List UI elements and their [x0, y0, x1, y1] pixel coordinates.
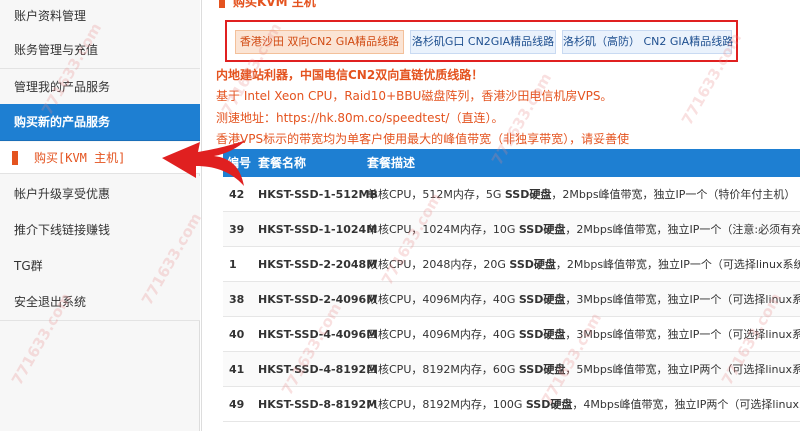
plan-name: HKST-SSD-4-4096M: [258, 328, 378, 341]
title-marker: [219, 0, 225, 8]
info-speedtest: 测速地址：https://hk.80m.co/speedtest/（直连）。: [216, 111, 504, 125]
sidebar-item-label: 安全退出系统: [14, 295, 87, 309]
plan-id: 38: [229, 293, 245, 306]
sidebar-subitem-label: 购买[KVM 主机]: [34, 151, 126, 165]
table-row[interactable]: 1 HKST-SSD-2-2048M 双核CPU，2048内存，20G SSD硬…: [223, 247, 800, 282]
table-row[interactable]: 41 HKST-SSD-4-8192M 四核CPU，8192M内存，60G SS…: [223, 352, 800, 387]
plan-name: HKST-SSD-1-1024M: [258, 223, 378, 236]
main-content: 购买KVM 主机 香港沙田 双向CN2 GIA精品线路 洛杉矶G口 CN2GIA…: [201, 0, 800, 431]
table-row[interactable]: 49 HKST-SSD-8-8192M 八核CPU，8192M内存，100G S…: [223, 387, 800, 422]
sidebar: 账户资料管理 账务管理与充值 管理我的产品服务 购买新的产品服务 购买[KVM …: [0, 0, 200, 431]
plan-desc: 四核CPU，8192M内存，60G SSD硬盘，5Mbps峰值带宽，独立IP两个…: [367, 363, 800, 376]
plan-desc: 单核CPU，1024M内存，10G SSD硬盘，2Mbps峰值带宽，独立IP一个…: [367, 223, 800, 236]
region-tabs: 香港沙田 双向CN2 GIA精品线路 洛杉矶G口 CN2GIA精品线路 洛杉矶（…: [225, 20, 738, 62]
plan-name: HKST-SSD-1-512MB: [258, 188, 378, 201]
plan-desc: 双核CPU，2048内存，20G SSD硬盘，2Mbps峰值带宽，独立IP一个（…: [367, 258, 800, 271]
sidebar-item-label: TG群: [14, 259, 43, 273]
plan-name: HKST-SSD-2-4096M: [258, 293, 378, 306]
tab-la-ddos[interactable]: 洛杉矶（高防） CN2 GIA精品线路: [562, 30, 734, 54]
info-bandwidth-note: 香港VPS标示的带宽均为单客户使用最大的峰值带宽（非独享带宽），请妥善使: [216, 132, 630, 146]
plan-id: 41: [229, 363, 245, 376]
plan-desc: 四核CPU，4096M内存，40G SSD硬盘，3Mbps峰值带宽，独立IP一个…: [367, 328, 800, 341]
section-title-text: 购买KVM 主机: [233, 0, 316, 9]
sidebar-item-logout[interactable]: 安全退出系统: [0, 284, 200, 321]
header-name: 套餐名称: [258, 156, 307, 170]
table-row[interactable]: 38 HKST-SSD-2-4096M 双核CPU，4096M内存，40G SS…: [223, 282, 800, 317]
info-headline: 内地建站利器，中国电信CN2双向直链优质线路！: [216, 68, 484, 82]
tab-label: 洛杉矶G口 CN2GIA精品线路: [411, 35, 555, 48]
annotation-arrow-icon: [162, 140, 246, 186]
sidebar-item-label: 帐户升级享受优惠: [14, 187, 111, 201]
plan-id: 40: [229, 328, 245, 341]
tab-hk-shatin[interactable]: 香港沙田 双向CN2 GIA精品线路: [235, 30, 404, 54]
tab-label: 香港沙田 双向CN2 GIA精品线路: [239, 35, 400, 48]
tab-label: 洛杉矶（高防） CN2 GIA精品线路: [563, 35, 734, 48]
header-desc: 套餐描述: [367, 156, 416, 170]
section-title: 购买KVM 主机: [219, 0, 316, 10]
sidebar-item-label: 账户资料管理: [14, 9, 87, 23]
plan-desc: 双核CPU，4096M内存，40G SSD硬盘，3Mbps峰值带宽，独立IP一个…: [367, 293, 800, 306]
sidebar-item-account-profile[interactable]: 账户资料管理: [0, 0, 200, 35]
tab-la-gport[interactable]: 洛杉矶G口 CN2GIA精品线路: [410, 30, 556, 54]
sidebar-item-label: 推介下线链接赚钱: [14, 223, 111, 237]
plan-name: HKST-SSD-8-8192M: [258, 398, 378, 411]
plan-id: 1: [229, 258, 237, 271]
table-header: 编号 套餐名称 套餐描述: [223, 149, 800, 177]
table-row[interactable]: 39 HKST-SSD-1-1024M 单核CPU，1024M内存，10G SS…: [223, 212, 800, 247]
sidebar-item-referral[interactable]: 推介下线链接赚钱: [0, 212, 200, 249]
sidebar-item-billing[interactable]: 账务管理与充值: [0, 32, 200, 69]
sidebar-item-label: 账务管理与充值: [14, 43, 99, 57]
sidebar-item-tg-group[interactable]: TG群: [0, 248, 200, 285]
table-row[interactable]: 42 HKST-SSD-1-512MB 单核CPU，512M内存，5G SSD硬…: [223, 177, 800, 212]
sidebar-item-label: 购买新的产品服务: [14, 115, 111, 129]
plan-name: HKST-SSD-2-2048M: [258, 258, 378, 271]
sidebar-item-my-services[interactable]: 管理我的产品服务: [0, 69, 200, 106]
plan-desc: 八核CPU，8192M内存，100G SSD硬盘，4Mbps峰值带宽，独立IP两…: [367, 398, 800, 411]
plan-id: 39: [229, 223, 245, 236]
plan-id: 49: [229, 398, 245, 411]
plan-name: HKST-SSD-4-8192M: [258, 363, 378, 376]
subitem-marker: [12, 151, 18, 165]
info-hardware: 基于 Intel Xeon CPU，Raid10+BBU磁盘阵列，香港沙田电信机…: [216, 89, 613, 103]
plan-desc: 单核CPU，512M内存，5G SSD硬盘，2Mbps峰值带宽，独立IP一个（特…: [367, 188, 796, 201]
table-row[interactable]: 40 HKST-SSD-4-4096M 四核CPU，4096M内存，40G SS…: [223, 317, 800, 352]
sidebar-item-label: 管理我的产品服务: [14, 80, 111, 94]
